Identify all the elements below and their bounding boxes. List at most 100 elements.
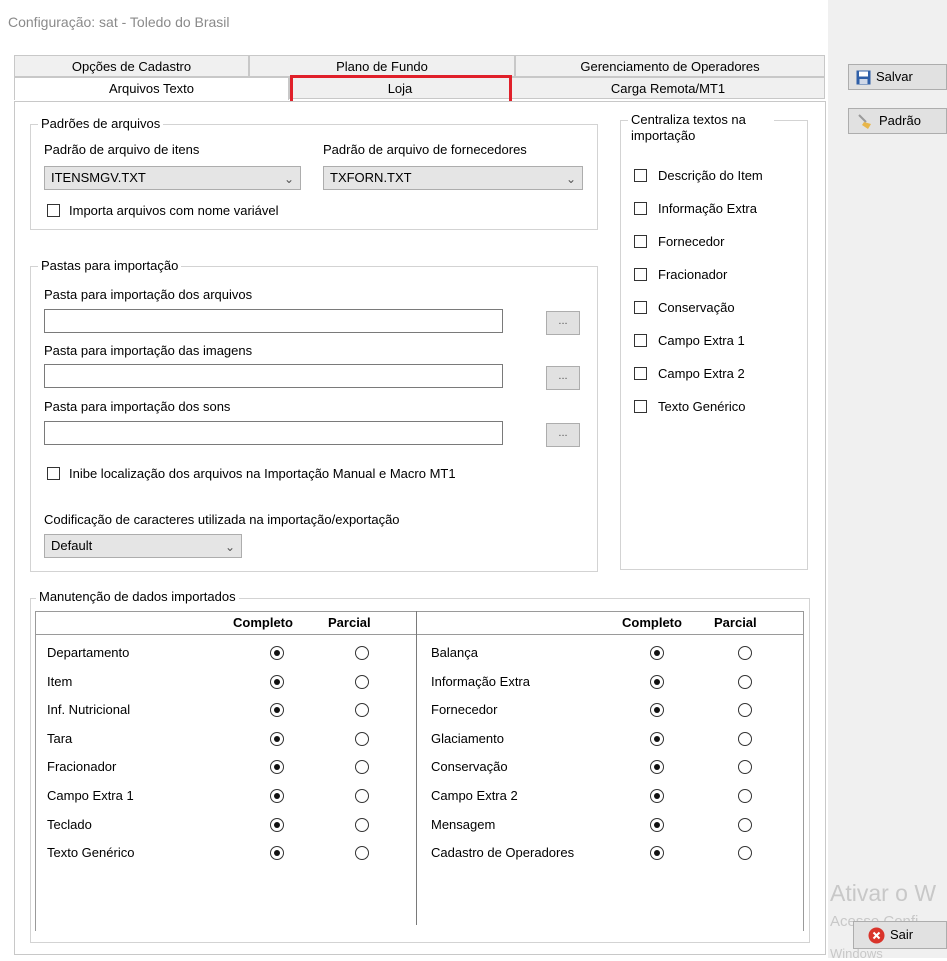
itens-select[interactable]: ITENSMGV.TXT ⌄: [44, 166, 301, 190]
centraliza-checkbox[interactable]: [634, 169, 647, 182]
manutencao-row-label: Item: [47, 674, 73, 689]
tab-opcoes-cadastro[interactable]: Opções de Cadastro: [14, 55, 249, 77]
completo-radio[interactable]: [650, 818, 664, 832]
manutencao-row-label: Tara: [47, 731, 73, 746]
manutencao-row-label: Fornecedor: [431, 702, 498, 717]
fornecedores-select[interactable]: TXFORN.TXT ⌄: [323, 166, 583, 190]
manutencao-legend: Manutenção de dados importados: [36, 589, 239, 604]
codificacao-select[interactable]: Default ⌄: [44, 534, 242, 558]
parcial-radio[interactable]: [738, 789, 752, 803]
tab-carga-remota[interactable]: Carga Remota/MT1: [511, 77, 825, 99]
save-button[interactable]: Salvar: [848, 64, 947, 90]
parcial-radio[interactable]: [355, 732, 369, 746]
centraliza-checkbox-label: Fornecedor: [658, 234, 725, 249]
centraliza-checkbox-label: Conservação: [658, 300, 735, 315]
completo-radio[interactable]: [270, 789, 284, 803]
completo-header-left: Completo: [233, 615, 293, 630]
chevron-down-icon: ⌄: [283, 172, 294, 186]
centraliza-checkbox[interactable]: [634, 400, 647, 413]
centraliza-checkbox[interactable]: [634, 367, 647, 380]
pastas-legend: Pastas para importação: [38, 258, 182, 273]
parcial-radio[interactable]: [738, 646, 752, 660]
pasta-arquivos-browse-button[interactable]: ...: [546, 311, 580, 335]
inibe-label: Inibe localização dos arquivos na Import…: [69, 466, 456, 481]
parcial-radio[interactable]: [355, 675, 369, 689]
tab-arquivos-texto[interactable]: Arquivos Texto: [14, 77, 289, 100]
inibe-checkbox[interactable]: [47, 467, 60, 480]
manutencao-left-border: [35, 611, 36, 931]
centraliza-checkbox[interactable]: [634, 301, 647, 314]
parcial-radio[interactable]: [738, 675, 752, 689]
completo-radio[interactable]: [650, 675, 664, 689]
default-button[interactable]: Padrão: [848, 108, 947, 134]
pasta-sons-input[interactable]: [44, 421, 503, 445]
parcial-radio[interactable]: [738, 732, 752, 746]
chevron-down-icon: ⌄: [224, 540, 235, 554]
close-icon: [868, 927, 885, 944]
parcial-radio[interactable]: [355, 846, 369, 860]
parcial-radio[interactable]: [738, 760, 752, 774]
chevron-down-icon: ⌄: [565, 172, 576, 186]
manutencao-group: [30, 598, 810, 943]
save-label: Salvar: [876, 69, 913, 84]
manutencao-header-line: [35, 634, 804, 635]
parcial-radio[interactable]: [738, 703, 752, 717]
fornecedores-select-value: TXFORN.TXT: [330, 170, 412, 185]
completo-radio[interactable]: [650, 760, 664, 774]
pasta-imagens-browse-button[interactable]: ...: [546, 366, 580, 390]
completo-radio[interactable]: [270, 818, 284, 832]
itens-select-value: ITENSMGV.TXT: [51, 170, 146, 185]
parcial-radio[interactable]: [355, 760, 369, 774]
completo-radio[interactable]: [270, 760, 284, 774]
centraliza-checkbox-label: Texto Genérico: [658, 399, 746, 414]
manutencao-right-border: [803, 611, 804, 931]
pasta-arquivos-label: Pasta para importação dos arquivos: [44, 287, 253, 302]
right-panel: [828, 0, 947, 958]
manutencao-divider: [416, 611, 417, 925]
parcial-radio[interactable]: [355, 646, 369, 660]
parcial-radio[interactable]: [738, 846, 752, 860]
manutencao-row-label: Campo Extra 2: [431, 788, 518, 803]
completo-radio[interactable]: [270, 675, 284, 689]
tab-gerenciamento-operadores[interactable]: Gerenciamento de Operadores: [515, 55, 825, 77]
pasta-sons-label: Pasta para importação dos sons: [44, 399, 231, 414]
fornecedores-label: Padrão de arquivo de fornecedores: [323, 142, 527, 157]
completo-radio[interactable]: [270, 646, 284, 660]
exit-label: Sair: [890, 927, 914, 942]
manutencao-row-label: Campo Extra 1: [47, 788, 134, 803]
completo-radio[interactable]: [270, 732, 284, 746]
centraliza-checkbox-label: Campo Extra 1: [658, 333, 745, 348]
completo-radio[interactable]: [270, 703, 284, 717]
default-label: Padrão: [879, 113, 921, 128]
centraliza-checkbox[interactable]: [634, 235, 647, 248]
broom-icon: [858, 114, 871, 129]
parcial-radio[interactable]: [355, 703, 369, 717]
centraliza-checkbox[interactable]: [634, 334, 647, 347]
pasta-arquivos-input[interactable]: [44, 309, 503, 333]
completo-radio[interactable]: [650, 646, 664, 660]
parcial-radio[interactable]: [355, 818, 369, 832]
pasta-imagens-label: Pasta para importação das imagens: [44, 343, 253, 358]
centraliza-checkbox-label: Informação Extra: [658, 201, 757, 216]
pasta-imagens-input[interactable]: [44, 364, 503, 388]
parcial-radio[interactable]: [355, 789, 369, 803]
pasta-sons-browse-button[interactable]: ...: [546, 423, 580, 447]
exit-button[interactable]: Sair: [853, 921, 947, 949]
importa-variavel-checkbox[interactable]: [47, 204, 60, 217]
completo-radio[interactable]: [650, 846, 664, 860]
completo-radio[interactable]: [650, 703, 664, 717]
completo-radio[interactable]: [650, 732, 664, 746]
centraliza-legend: Centraliza textos na importação: [628, 112, 774, 144]
tab-plano-fundo[interactable]: Plano de Fundo: [249, 55, 515, 77]
parcial-header-left: Parcial: [328, 615, 371, 630]
completo-radio[interactable]: [270, 846, 284, 860]
codificacao-select-value: Default: [51, 538, 93, 553]
centraliza-checkbox[interactable]: [634, 202, 647, 215]
padroes-legend: Padrões de arquivos: [38, 116, 164, 131]
centraliza-checkbox[interactable]: [634, 268, 647, 281]
completo-radio[interactable]: [650, 789, 664, 803]
parcial-radio[interactable]: [738, 818, 752, 832]
manutencao-row-label: Cadastro de Operadores: [431, 845, 575, 860]
manutencao-row-label: Inf. Nutricional: [47, 702, 131, 717]
completo-header-right: Completo: [622, 615, 682, 630]
